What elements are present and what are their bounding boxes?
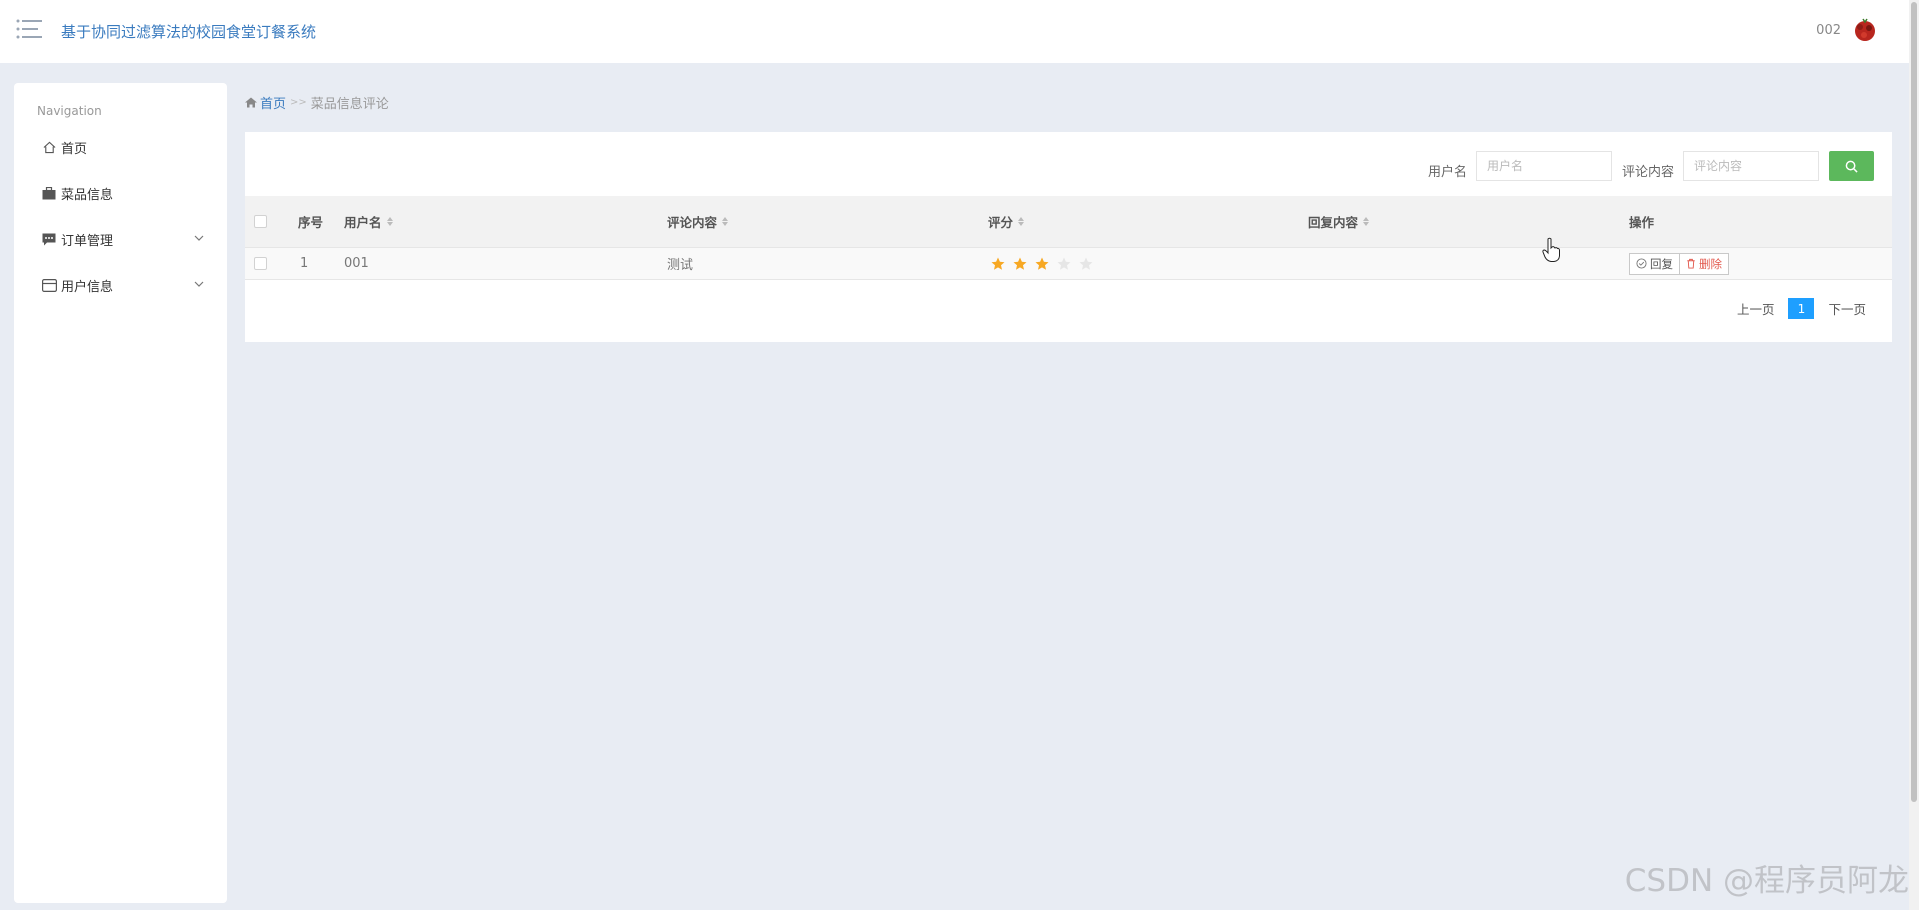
column-header-content[interactable]: 评论内容	[667, 196, 729, 247]
cell-content: 测试	[667, 258, 694, 273]
menu-toggle-icon[interactable]	[16, 18, 42, 40]
rating-stars	[990, 256, 1094, 272]
next-page-link[interactable]: 下一页	[1828, 299, 1866, 318]
sort-icon[interactable]	[722, 217, 729, 226]
username-search-input[interactable]	[1475, 151, 1612, 181]
home-icon	[41, 139, 57, 155]
app-title: 基于协同过滤算法的校园食堂订餐系统	[61, 23, 317, 41]
content-label: 评论内容	[1621, 164, 1674, 180]
content-search-input[interactable]	[1683, 151, 1819, 181]
cell-rating	[990, 248, 1094, 279]
username-label: 用户名	[1427, 164, 1467, 180]
user-menu[interactable]: 002	[1816, 16, 1879, 44]
delete-button-label: 删除	[1699, 256, 1722, 271]
column-label: 评论内容	[667, 215, 718, 230]
sidebar-item-users[interactable]: 用户信息	[41, 270, 213, 300]
breadcrumb-home[interactable]: 首页	[245, 93, 286, 112]
comments-table: 序号 用户名 评论内容 评分 回复内容 操作 1 001 测试 回复 删除	[245, 196, 1892, 280]
column-header-rating[interactable]: 评分	[988, 196, 1025, 247]
reply-button[interactable]: 回复	[1629, 252, 1680, 275]
row-select-cell	[254, 248, 267, 279]
cell-index: 1	[300, 256, 309, 271]
column-label: 用户名	[344, 215, 382, 230]
breadcrumb-home-label: 首页	[260, 97, 287, 112]
column-header-username[interactable]: 用户名	[344, 196, 393, 247]
search-bar: 用户名 评论内容	[1428, 151, 1874, 181]
home-icon	[245, 97, 257, 108]
watermark: CSDN @程序员阿龙	[1624, 863, 1909, 899]
star-empty-icon	[1079, 257, 1093, 270]
sort-icon[interactable]	[1018, 217, 1025, 226]
pagination: 上一页 1 下一页	[1737, 298, 1866, 319]
breadcrumb-separator: >>	[290, 97, 307, 108]
page-number-current[interactable]: 1	[1788, 298, 1815, 319]
sidebar-item-label: 首页	[61, 141, 88, 157]
reply-button-label: 回复	[1650, 256, 1673, 271]
cell-username: 001	[344, 256, 369, 271]
sidebar-item-orders[interactable]: 订单管理	[41, 224, 213, 254]
star-empty-icon	[1057, 257, 1071, 270]
breadcrumb-current: 菜品信息评论	[310, 97, 389, 112]
chat-icon	[41, 231, 57, 247]
search-button[interactable]	[1829, 151, 1874, 181]
column-header-index: 序号	[298, 196, 323, 247]
vertical-scrollbar[interactable]	[1909, 0, 1919, 910]
top-header: 基于协同过滤算法的校园食堂订餐系统 002	[0, 0, 1919, 63]
nav-title: Navigation	[37, 104, 102, 118]
search-icon	[1845, 160, 1858, 173]
trash-icon	[1687, 258, 1695, 269]
star-filled-icon	[1013, 257, 1027, 270]
briefcase-icon	[41, 185, 57, 201]
column-label: 操作	[1629, 215, 1655, 230]
user-name: 002	[1816, 22, 1841, 38]
column-header-actions: 操作	[1629, 196, 1654, 247]
select-all-cell	[254, 196, 267, 247]
chevron-down-icon	[194, 281, 204, 287]
content-panel: 用户名 评论内容 序号 用户名 评论内容 评分	[245, 132, 1892, 342]
breadcrumb: 首页 >> 菜品信息评论	[245, 93, 389, 112]
hand-cursor-icon	[1542, 237, 1560, 262]
column-label: 评分	[988, 215, 1014, 230]
column-label: 序号	[298, 215, 324, 230]
star-filled-icon	[991, 257, 1005, 270]
sort-icon[interactable]	[386, 217, 393, 226]
row-checkbox[interactable]	[254, 257, 267, 270]
sort-icon[interactable]	[1363, 217, 1370, 226]
sidebar-item-dishes[interactable]: 菜品信息	[41, 178, 213, 208]
chevron-down-icon	[194, 235, 204, 241]
sidebar-item-label: 用户信息	[61, 279, 114, 295]
select-all-checkbox[interactable]	[254, 215, 267, 228]
column-label: 回复内容	[1308, 215, 1359, 230]
sidebar-item-label: 菜品信息	[61, 187, 114, 203]
prev-page-link[interactable]: 上一页	[1737, 299, 1775, 318]
table-row[interactable]: 1 001 测试 回复 删除	[245, 248, 1892, 280]
cell-actions: 回复 删除	[1629, 248, 1729, 279]
card-icon	[41, 277, 57, 293]
star-filled-icon	[1035, 257, 1049, 270]
sidebar: Navigation 首页 菜品信息 订单管理 用户信息	[14, 83, 227, 903]
delete-button[interactable]: 删除	[1680, 252, 1729, 275]
table-header: 序号 用户名 评论内容 评分 回复内容 操作	[245, 196, 1892, 248]
scrollbar-thumb[interactable]	[1911, 2, 1917, 802]
sidebar-item-home[interactable]: 首页	[41, 132, 213, 162]
avatar[interactable]	[1851, 16, 1879, 44]
column-header-reply[interactable]: 回复内容	[1308, 196, 1370, 247]
check-circle-icon	[1636, 258, 1647, 269]
sidebar-item-label: 订单管理	[61, 233, 114, 249]
